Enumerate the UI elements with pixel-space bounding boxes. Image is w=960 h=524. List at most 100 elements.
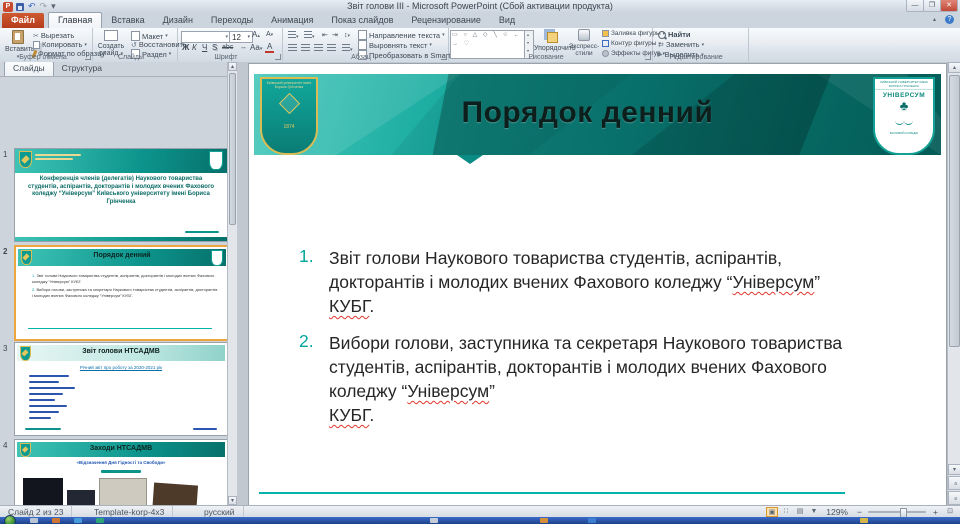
group-label-slides: Слайды <box>93 54 169 61</box>
previous-slide-icon[interactable]: « <box>948 476 960 490</box>
slide-canvas[interactable]: Київський університет імені Бориса Грінч… <box>248 63 947 506</box>
taskbar-app-icon[interactable] <box>52 518 60 523</box>
slideshow-view-button[interactable]: ▼ <box>808 507 820 517</box>
italic-button[interactable]: К <box>190 43 199 53</box>
taskbar-app-icon[interactable] <box>588 518 596 523</box>
zoom-slider[interactable] <box>868 511 926 513</box>
magnifier-icon <box>658 31 666 39</box>
new-slide-button[interactable]: Создать слайд ▾ <box>95 30 127 57</box>
strikethrough-button[interactable]: abc <box>220 43 235 53</box>
slide-thumbnail-1[interactable]: Конференція членів (делегатів) Наукового… <box>14 148 228 242</box>
scroll-down-icon[interactable]: ▾ <box>948 464 960 475</box>
group-clipboard: Вставить ▾ ✂ Вырезать Копировать ▾ Форма… <box>2 28 93 61</box>
scroll-up-icon[interactable]: ▴ <box>948 62 960 73</box>
tab-transitions[interactable]: Переходы <box>202 13 262 28</box>
replace-button[interactable]: ⇄ Заменить ▾ <box>658 40 704 49</box>
tab-file[interactable]: Файл <box>2 13 44 28</box>
tab-view[interactable]: Вид <box>490 13 524 28</box>
save-icon[interactable] <box>16 3 24 11</box>
help-icon[interactable]: ? <box>945 15 954 24</box>
text-shadow-button[interactable]: S <box>210 43 219 53</box>
arrange-button[interactable]: Упорядочить <box>534 29 568 52</box>
tab-home[interactable]: Главная <box>48 12 102 28</box>
next-slide-icon[interactable]: » <box>948 491 960 505</box>
slide-sorter-view-button[interactable]: ∷ <box>780 507 792 517</box>
shrink-font-button[interactable]: А▾ <box>264 30 275 40</box>
thumbnails-scrollbar[interactable]: ▴ ▾ <box>227 62 237 505</box>
tab-design[interactable]: Дизайн <box>154 13 202 28</box>
scrollbar-thumb[interactable] <box>229 73 236 225</box>
scroll-down-icon[interactable]: ▾ <box>228 496 237 505</box>
quick-styles-button[interactable]: Экспресс-стили <box>568 29 600 57</box>
reset-icon: ↺ <box>131 41 137 49</box>
taskbar-app-icon[interactable] <box>74 518 82 523</box>
spellcheck-word: КУБГ <box>329 405 369 425</box>
badge-college: ФАХОВИЙ КОЛЕДЖ <box>875 131 933 135</box>
fit-to-window-button[interactable]: ⊡ <box>944 507 956 517</box>
spellcheck-word: Універсум <box>407 381 489 401</box>
tab-insert[interactable]: Вставка <box>102 13 153 28</box>
tab-slides-thumbnails[interactable]: Слайды <box>4 62 54 76</box>
chevron-down-icon: ▾ <box>84 42 87 48</box>
find-button[interactable]: Найти <box>658 30 690 39</box>
chevron-down-icon[interactable]: ▾ <box>51 1 56 12</box>
thumb-number: 4 <box>3 441 7 450</box>
group-editing: Найти ⇄ Заменить ▾ ▶ Выделить ▾ Редактир… <box>652 28 749 61</box>
normal-view-button[interactable]: ▣ <box>766 507 778 517</box>
font-size-value: 12 <box>232 33 241 42</box>
reading-view-button[interactable]: ▤ <box>794 507 806 517</box>
taskbar-app-icon[interactable] <box>430 518 438 523</box>
thumb-title-text: Заходи НТСАДМВ <box>35 445 207 452</box>
taskbar-app-icon[interactable] <box>860 518 868 523</box>
decrease-indent-button[interactable]: ⇤ <box>320 31 330 41</box>
slide-thumbnail-3[interactable]: Звіт голови НТСАДМВ Річний звіт про робо… <box>14 342 228 436</box>
minimize-button[interactable]: — <box>906 0 924 12</box>
dialog-launcher-icon[interactable] <box>645 54 651 60</box>
tab-review[interactable]: Рецензирование <box>402 13 490 28</box>
copy-button[interactable]: Копировать ▾ <box>33 40 87 49</box>
start-button[interactable] <box>4 515 16 524</box>
powerpoint-icon[interactable]: P <box>3 2 13 12</box>
underline-button[interactable]: Ч <box>200 43 209 53</box>
align-left-button[interactable] <box>286 44 299 54</box>
scrollbar-thumb[interactable] <box>949 75 960 347</box>
dialog-launcher-icon[interactable] <box>275 54 281 60</box>
thumb-photo <box>152 483 198 505</box>
justify-button[interactable] <box>325 44 338 54</box>
undo-icon[interactable]: ↶ <box>28 1 36 12</box>
tab-outline[interactable]: Структура <box>54 62 110 76</box>
agenda-list[interactable]: 1. Звіт голови Наукового товариства студ… <box>299 246 859 440</box>
maximize-button[interactable]: ❐ <box>923 0 941 12</box>
align-right-button[interactable] <box>312 44 325 54</box>
font-name-combo[interactable]: ▾ <box>181 31 231 43</box>
taskbar-app-icon[interactable] <box>540 518 548 523</box>
tab-animations[interactable]: Анимация <box>262 13 322 28</box>
minimize-ribbon-icon[interactable]: ▴ <box>933 16 936 23</box>
tab-slideshow[interactable]: Показ слайдов <box>322 13 402 28</box>
grow-font-button[interactable]: А▴ <box>250 30 262 41</box>
align-text-button[interactable]: Выровнять текст ▾ <box>358 40 432 50</box>
numbering-button[interactable]: ▾ <box>302 31 317 42</box>
text-direction-button[interactable]: Направление текста ▾ <box>358 30 445 40</box>
slide-scrollbar[interactable]: ▴ ▾ « » <box>947 62 960 505</box>
increase-indent-button[interactable]: ⇥ <box>330 31 340 41</box>
scroll-up-icon[interactable]: ▴ <box>228 62 237 71</box>
align-center-button[interactable] <box>299 44 312 54</box>
close-button[interactable]: ✕ <box>940 0 958 12</box>
crest-university-name: Київський університет імені Бориса Грінч… <box>262 79 316 89</box>
redo-icon[interactable]: ↷ <box>40 1 48 12</box>
slide-title[interactable]: Порядок денний <box>344 96 831 130</box>
slide-thumbnail-4[interactable]: Заходи НТСАДМВ «Відзначення Дня Гідності… <box>14 439 228 505</box>
dialog-launcher-icon[interactable] <box>441 54 447 60</box>
thumb-photo <box>23 478 63 505</box>
group-paragraph: ▾ ▾ ⇤ ⇥ ↕▾ ▾ Направление текста ▾ Выровн… <box>282 28 449 61</box>
line-spacing-button[interactable]: ↕▾ <box>342 31 352 41</box>
dialog-launcher-icon[interactable] <box>85 54 91 60</box>
taskbar-app-icon[interactable] <box>96 518 104 523</box>
cut-button[interactable]: ✂ Вырезать <box>33 31 74 40</box>
bullets-button[interactable]: ▾ <box>286 31 301 42</box>
change-case-button[interactable]: Аа▾ <box>248 43 264 54</box>
taskbar-app-icon[interactable] <box>30 518 38 523</box>
slide-thumbnail-2-selected[interactable]: Порядок денний 1. Звіт голови Наукового … <box>14 245 230 341</box>
font-color-button[interactable]: А <box>265 43 274 53</box>
